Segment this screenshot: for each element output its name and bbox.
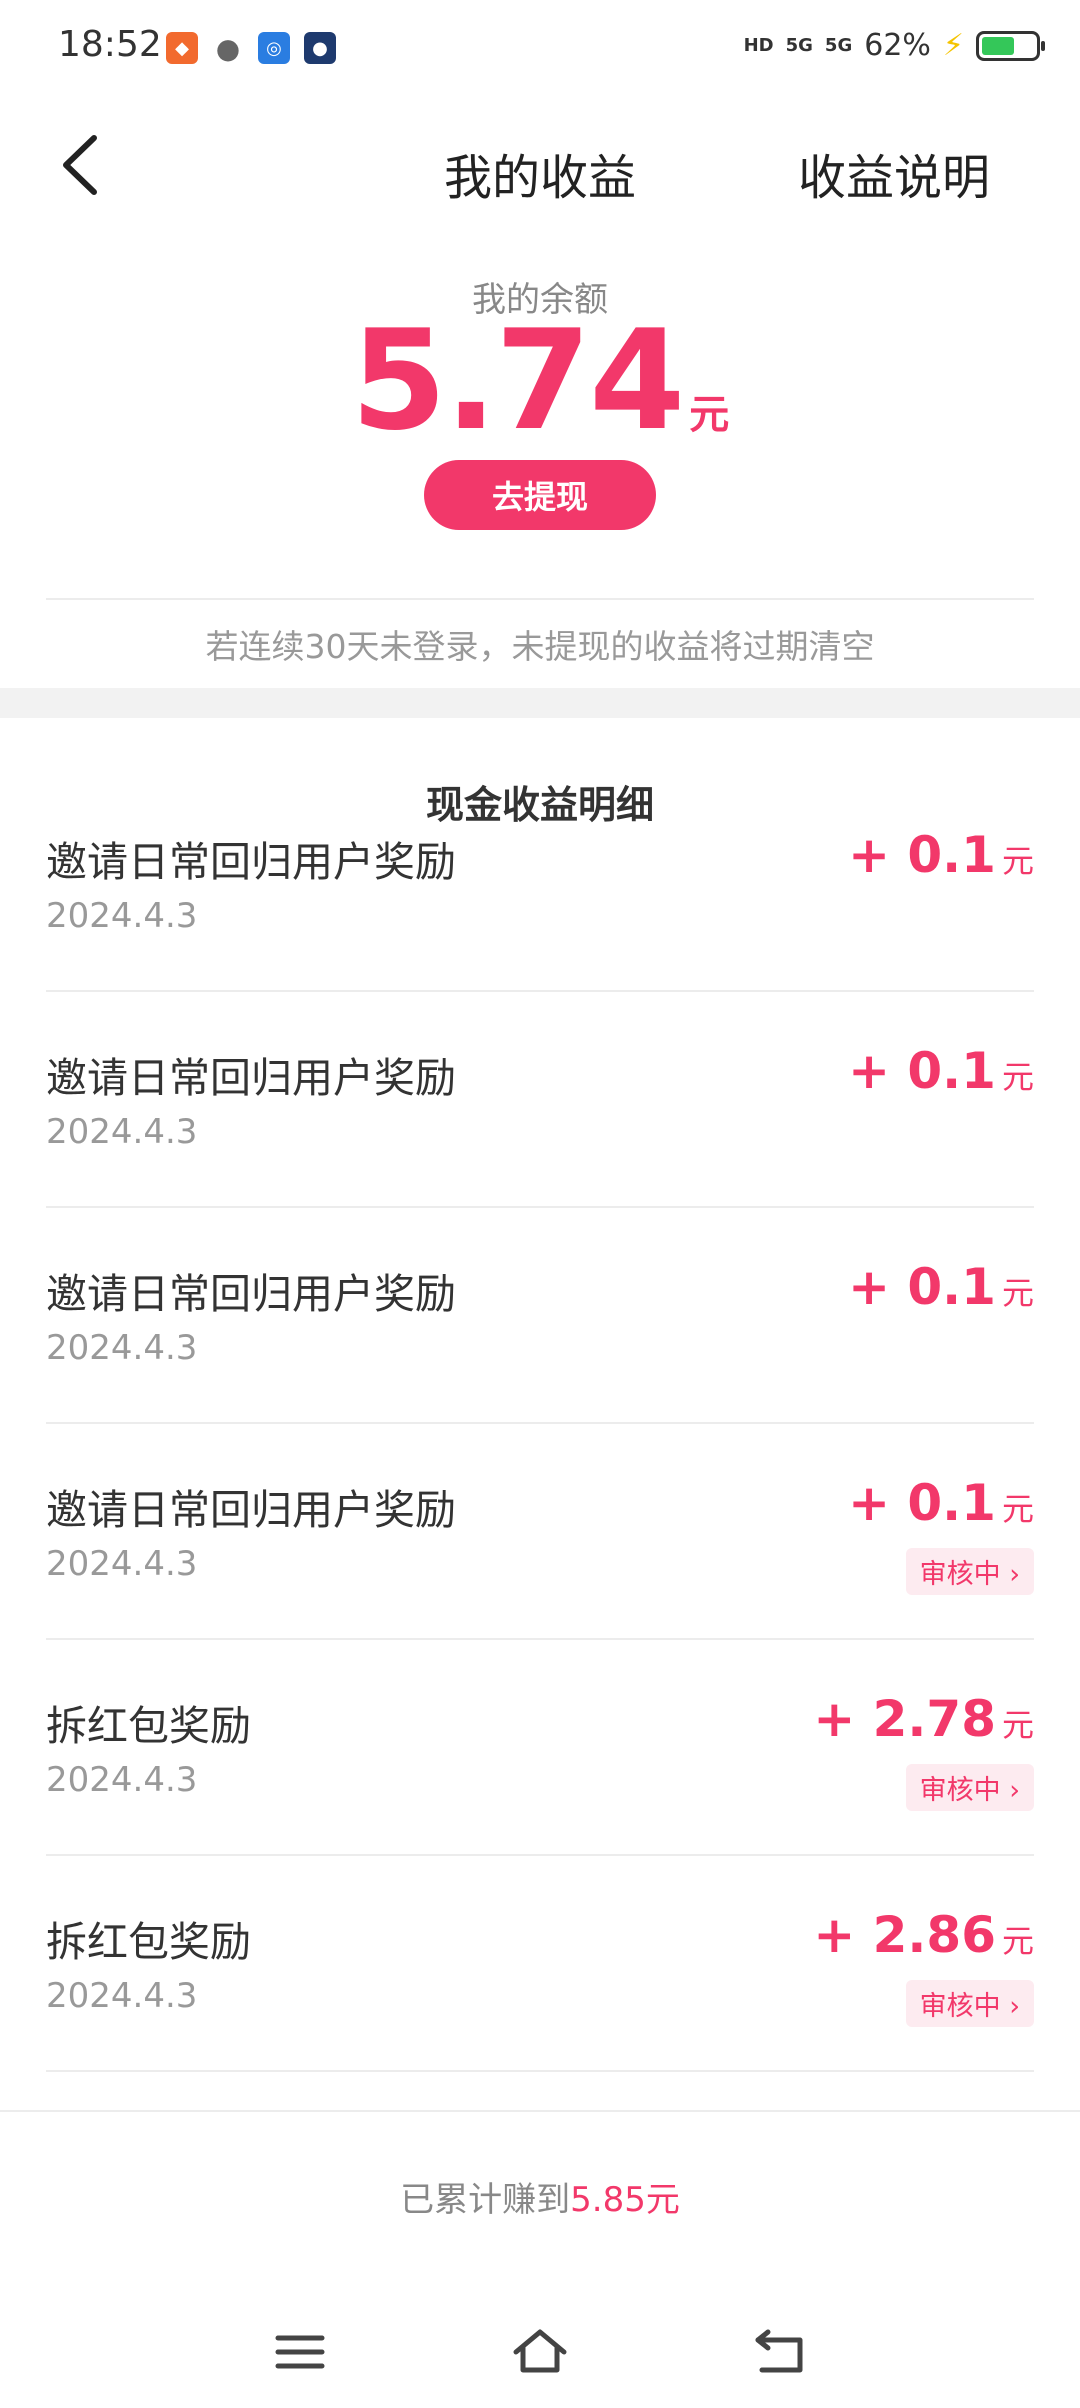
item-title: 邀请日常回归用户奖励 <box>46 1054 456 1102</box>
nav-bar: 我的收益 收益说明 <box>0 100 1080 230</box>
earnings-explanation-link[interactable]: 收益说明 <box>798 138 990 208</box>
item-amount: + 2.78 元 <box>813 1690 1034 1748</box>
list-item: 拆红包奖励 2024.4.3 + 2.78 元 审核中 › <box>46 1640 1034 1856</box>
withdraw-button[interactable]: 去提现 <box>424 460 656 530</box>
balance-display: 5.74 元 <box>0 300 1080 461</box>
list-item: 邀请日常回归用户奖励 2024.4.3 + 0.1 元 <box>46 1208 1034 1424</box>
item-date: 2024.4.3 <box>46 896 198 936</box>
list-item: 邀请日常回归用户奖励 2024.4.3 + 0.1 元 <box>46 992 1034 1208</box>
item-date: 2024.4.3 <box>46 1112 198 1152</box>
list-item: 邀请日常回归用户奖励 2024.4.3 + 0.1 元 审核中 › <box>46 1424 1034 1640</box>
item-title: 拆红包奖励 <box>46 1918 251 1966</box>
total-earned: 已累计赚到5.85元 <box>0 2172 1080 2221</box>
item-amount: + 0.1 元 <box>848 1474 1034 1532</box>
item-date: 2024.4.3 <box>46 1760 198 1800</box>
app-icon: ● <box>304 32 336 64</box>
earnings-list[interactable]: 邀请日常回归用户奖励 2024.4.3 + 0.1 元 邀请日常回归用户奖励 20… <box>0 830 1080 2110</box>
total-value: 5.85元 <box>570 2180 680 2220</box>
amount-unit: 元 <box>1001 1490 1034 1528</box>
list-item: 拆红包奖励 2024.4.3 + 2.86 元 审核中 › <box>46 1856 1034 2072</box>
cash-detail-title: 现金收益明细 <box>425 783 654 827</box>
battery-icon <box>976 30 1045 61</box>
menu-icon <box>275 2335 325 2369</box>
earnings-list-content: 邀请日常回归用户奖励 2024.4.3 + 0.1 元 邀请日常回归用户奖励 20… <box>0 830 1080 2072</box>
status-time: 18:52 <box>58 24 162 65</box>
system-nav-bar <box>0 2300 1080 2408</box>
expiry-notice: 若连续30天未登录，未提现的收益将过期清空 <box>205 627 875 666</box>
under-review-badge[interactable]: 审核中 › <box>905 1764 1034 1811</box>
balance-unit: 元 <box>689 392 730 438</box>
item-date: 2024.4.3 <box>46 1544 198 1584</box>
under-review-badge[interactable]: 审核中 › <box>905 1980 1034 2027</box>
amount-unit: 元 <box>1001 1274 1034 1312</box>
battery-level <box>982 36 1015 55</box>
item-amount: + 0.1 元 <box>848 830 1034 884</box>
amount-unit: 元 <box>1001 1706 1034 1744</box>
footer-divider <box>0 2110 1080 2112</box>
item-amount: + 0.1 元 <box>848 1258 1034 1316</box>
app-notification-icon: ◆ <box>166 32 198 64</box>
item-title: 邀请日常回归用户奖励 <box>46 1486 456 1534</box>
amount-value: + 2.86 <box>813 1906 996 1964</box>
balance-amount: 5.74 <box>350 300 685 461</box>
home-button[interactable] <box>510 2322 570 2382</box>
section-separator <box>0 688 1080 718</box>
amount-value: + 2.78 <box>813 1690 996 1748</box>
total-prefix: 已累计赚到 <box>400 2180 571 2220</box>
amount-value: + 0.1 <box>848 1042 996 1100</box>
amount-value: + 0.1 <box>848 1474 996 1532</box>
amount-value: + 0.1 <box>848 830 996 884</box>
list-item: 邀请日常回归用户奖励 2024.4.3 + 0.1 元 <box>46 830 1034 992</box>
item-date: 2024.4.3 <box>46 1328 198 1368</box>
item-date: 2024.4.3 <box>46 1976 198 2016</box>
under-review-badge[interactable]: 审核中 › <box>905 1548 1034 1595</box>
status-indicators: HD 5G 5G 62% ⚡ <box>743 28 1045 63</box>
hd-signal-icon: HD <box>743 34 774 56</box>
status-app-icons: ◆ ● ◎ ● <box>166 31 336 65</box>
item-title: 拆红包奖励 <box>46 1702 251 1750</box>
return-icon <box>755 2329 803 2373</box>
home-icon <box>513 2329 567 2373</box>
divider <box>46 598 1034 600</box>
menu-button[interactable] <box>270 2322 330 2382</box>
message-icon: ● <box>215 31 241 65</box>
5g-signal-icon: 5G <box>785 34 813 56</box>
back-nav-button[interactable] <box>750 2322 810 2382</box>
item-title: 邀请日常回归用户奖励 <box>46 838 456 886</box>
status-bar: 18:52 ◆ ● ◎ ● HD 5G 5G 62% ⚡ <box>0 0 1080 100</box>
charging-icon: ⚡ <box>942 28 964 63</box>
battery-percent: 62% <box>864 28 931 63</box>
browser-app-icon: ◎ <box>258 32 290 64</box>
item-amount: + 0.1 元 <box>848 1042 1034 1100</box>
5g-signal-icon-2: 5G <box>824 34 853 56</box>
amount-value: + 0.1 <box>848 1258 996 1316</box>
item-amount: + 2.86 元 <box>813 1906 1034 1964</box>
item-title: 邀请日常回归用户奖励 <box>46 1270 456 1318</box>
amount-unit: 元 <box>1001 1058 1034 1096</box>
amount-unit: 元 <box>1001 842 1034 880</box>
amount-unit: 元 <box>1001 1922 1034 1960</box>
